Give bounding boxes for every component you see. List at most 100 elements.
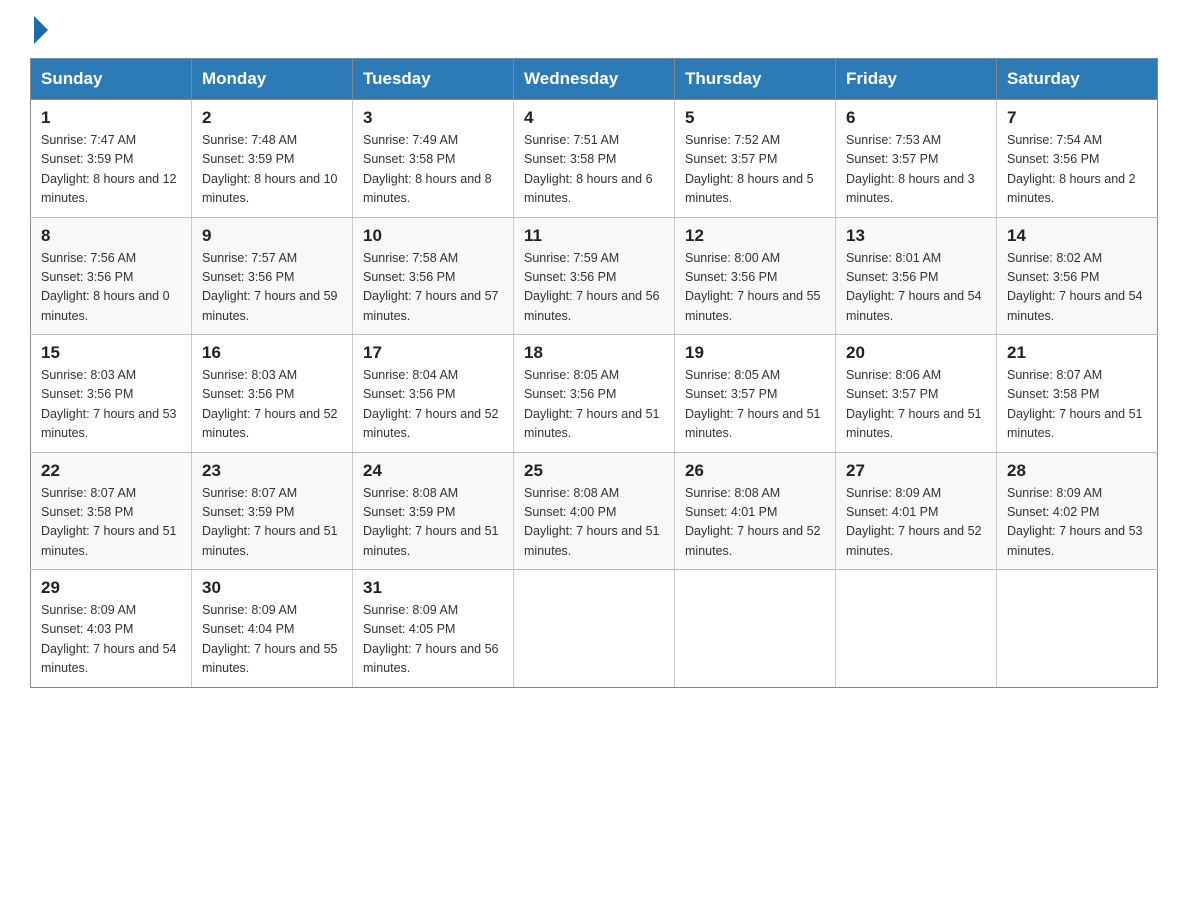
calendar-cell: 31 Sunrise: 8:09 AMSunset: 4:05 PMDayligh… [353, 570, 514, 688]
day-number: 31 [363, 578, 503, 598]
calendar-cell: 19 Sunrise: 8:05 AMSunset: 3:57 PMDayligh… [675, 335, 836, 453]
day-info: Sunrise: 8:09 AMSunset: 4:01 PMDaylight:… [846, 484, 986, 562]
calendar-cell: 23 Sunrise: 8:07 AMSunset: 3:59 PMDayligh… [192, 452, 353, 570]
day-number: 1 [41, 108, 181, 128]
day-number: 15 [41, 343, 181, 363]
calendar-week-row: 15 Sunrise: 8:03 AMSunset: 3:56 PMDayligh… [31, 335, 1158, 453]
day-info: Sunrise: 7:53 AMSunset: 3:57 PMDaylight:… [846, 131, 986, 209]
calendar-week-row: 1 Sunrise: 7:47 AMSunset: 3:59 PMDaylight… [31, 100, 1158, 218]
calendar-cell: 18 Sunrise: 8:05 AMSunset: 3:56 PMDayligh… [514, 335, 675, 453]
day-number: 10 [363, 226, 503, 246]
logo [30, 20, 48, 40]
day-info: Sunrise: 7:47 AMSunset: 3:59 PMDaylight:… [41, 131, 181, 209]
day-number: 26 [685, 461, 825, 481]
day-number: 14 [1007, 226, 1147, 246]
calendar-cell: 2Sunrise: 7:48 AMSunset: 3:59 PMDaylight… [192, 100, 353, 218]
calendar-cell: 28 Sunrise: 8:09 AMSunset: 4:02 PMDayligh… [997, 452, 1158, 570]
day-info: Sunrise: 7:56 AMSunset: 3:56 PMDaylight:… [41, 249, 181, 327]
calendar-cell: 27 Sunrise: 8:09 AMSunset: 4:01 PMDayligh… [836, 452, 997, 570]
day-info: Sunrise: 8:09 AMSunset: 4:02 PMDaylight:… [1007, 484, 1147, 562]
day-number: 25 [524, 461, 664, 481]
day-info: Sunrise: 8:03 AMSunset: 3:56 PMDaylight:… [202, 366, 342, 444]
day-number: 11 [524, 226, 664, 246]
calendar-header-friday: Friday [836, 59, 997, 100]
calendar-cell: 1 Sunrise: 7:47 AMSunset: 3:59 PMDaylight… [31, 100, 192, 218]
calendar-week-row: 29Sunrise: 8:09 AMSunset: 4:03 PMDayligh… [31, 570, 1158, 688]
calendar-cell: 12Sunrise: 8:00 AMSunset: 3:56 PMDayligh… [675, 217, 836, 335]
day-info: Sunrise: 8:08 AMSunset: 3:59 PMDaylight:… [363, 484, 503, 562]
day-number: 28 [1007, 461, 1147, 481]
calendar-cell: 26 Sunrise: 8:08 AMSunset: 4:01 PMDayligh… [675, 452, 836, 570]
calendar-table: SundayMondayTuesdayWednesdayThursdayFrid… [30, 58, 1158, 688]
day-info: Sunrise: 7:52 AMSunset: 3:57 PMDaylight:… [685, 131, 825, 209]
calendar-header-sunday: Sunday [31, 59, 192, 100]
calendar-cell: 29Sunrise: 8:09 AMSunset: 4:03 PMDayligh… [31, 570, 192, 688]
calendar-cell: 21Sunrise: 8:07 AMSunset: 3:58 PMDayligh… [997, 335, 1158, 453]
calendar-cell: 3Sunrise: 7:49 AMSunset: 3:58 PMDaylight… [353, 100, 514, 218]
calendar-header-wednesday: Wednesday [514, 59, 675, 100]
day-number: 8 [41, 226, 181, 246]
calendar-header-saturday: Saturday [997, 59, 1158, 100]
day-number: 27 [846, 461, 986, 481]
day-info: Sunrise: 8:05 AMSunset: 3:56 PMDaylight:… [524, 366, 664, 444]
day-number: 3 [363, 108, 503, 128]
calendar-cell [675, 570, 836, 688]
day-number: 5 [685, 108, 825, 128]
day-number: 23 [202, 461, 342, 481]
calendar-cell: 17 Sunrise: 8:04 AMSunset: 3:56 PMDayligh… [353, 335, 514, 453]
calendar-header-tuesday: Tuesday [353, 59, 514, 100]
day-number: 19 [685, 343, 825, 363]
day-number: 6 [846, 108, 986, 128]
calendar-cell: 14 Sunrise: 8:02 AMSunset: 3:56 PMDayligh… [997, 217, 1158, 335]
day-number: 22 [41, 461, 181, 481]
day-number: 24 [363, 461, 503, 481]
calendar-header-row: SundayMondayTuesdayWednesdayThursdayFrid… [31, 59, 1158, 100]
day-number: 21 [1007, 343, 1147, 363]
day-info: Sunrise: 8:01 AMSunset: 3:56 PMDaylight:… [846, 249, 986, 327]
logo-arrow-icon [34, 16, 48, 44]
calendar-cell: 24 Sunrise: 8:08 AMSunset: 3:59 PMDayligh… [353, 452, 514, 570]
day-info: Sunrise: 8:07 AMSunset: 3:59 PMDaylight:… [202, 484, 342, 562]
calendar-week-row: 8 Sunrise: 7:56 AMSunset: 3:56 PMDaylight… [31, 217, 1158, 335]
calendar-cell: 30 Sunrise: 8:09 AMSunset: 4:04 PMDayligh… [192, 570, 353, 688]
day-number: 9 [202, 226, 342, 246]
calendar-cell [997, 570, 1158, 688]
day-number: 4 [524, 108, 664, 128]
day-number: 20 [846, 343, 986, 363]
calendar-cell: 5 Sunrise: 7:52 AMSunset: 3:57 PMDaylight… [675, 100, 836, 218]
calendar-cell: 20 Sunrise: 8:06 AMSunset: 3:57 PMDayligh… [836, 335, 997, 453]
day-info: Sunrise: 8:07 AMSunset: 3:58 PMDaylight:… [41, 484, 181, 562]
page-header [30, 20, 1158, 40]
day-info: Sunrise: 8:09 AMSunset: 4:04 PMDaylight:… [202, 601, 342, 679]
calendar-cell: 25 Sunrise: 8:08 AMSunset: 4:00 PMDayligh… [514, 452, 675, 570]
day-info: Sunrise: 7:48 AMSunset: 3:59 PMDaylight:… [202, 131, 342, 209]
day-info: Sunrise: 8:09 AMSunset: 4:05 PMDaylight:… [363, 601, 503, 679]
calendar-cell: 11Sunrise: 7:59 AMSunset: 3:56 PMDayligh… [514, 217, 675, 335]
day-number: 29 [41, 578, 181, 598]
day-info: Sunrise: 8:05 AMSunset: 3:57 PMDaylight:… [685, 366, 825, 444]
calendar-cell [836, 570, 997, 688]
day-info: Sunrise: 7:51 AMSunset: 3:58 PMDaylight:… [524, 131, 664, 209]
day-info: Sunrise: 8:04 AMSunset: 3:56 PMDaylight:… [363, 366, 503, 444]
day-info: Sunrise: 8:02 AMSunset: 3:56 PMDaylight:… [1007, 249, 1147, 327]
day-number: 18 [524, 343, 664, 363]
calendar-week-row: 22 Sunrise: 8:07 AMSunset: 3:58 PMDayligh… [31, 452, 1158, 570]
day-number: 16 [202, 343, 342, 363]
day-number: 13 [846, 226, 986, 246]
calendar-cell: 15 Sunrise: 8:03 AMSunset: 3:56 PMDayligh… [31, 335, 192, 453]
day-info: Sunrise: 8:08 AMSunset: 4:01 PMDaylight:… [685, 484, 825, 562]
calendar-cell: 8 Sunrise: 7:56 AMSunset: 3:56 PMDaylight… [31, 217, 192, 335]
calendar-header-thursday: Thursday [675, 59, 836, 100]
calendar-cell: 9 Sunrise: 7:57 AMSunset: 3:56 PMDaylight… [192, 217, 353, 335]
day-number: 17 [363, 343, 503, 363]
day-info: Sunrise: 7:57 AMSunset: 3:56 PMDaylight:… [202, 249, 342, 327]
day-info: Sunrise: 8:03 AMSunset: 3:56 PMDaylight:… [41, 366, 181, 444]
day-info: Sunrise: 8:06 AMSunset: 3:57 PMDaylight:… [846, 366, 986, 444]
calendar-cell: 7Sunrise: 7:54 AMSunset: 3:56 PMDaylight… [997, 100, 1158, 218]
day-number: 30 [202, 578, 342, 598]
day-number: 12 [685, 226, 825, 246]
day-info: Sunrise: 8:08 AMSunset: 4:00 PMDaylight:… [524, 484, 664, 562]
day-info: Sunrise: 7:58 AMSunset: 3:56 PMDaylight:… [363, 249, 503, 327]
calendar-cell: 16 Sunrise: 8:03 AMSunset: 3:56 PMDayligh… [192, 335, 353, 453]
calendar-cell: 10 Sunrise: 7:58 AMSunset: 3:56 PMDayligh… [353, 217, 514, 335]
